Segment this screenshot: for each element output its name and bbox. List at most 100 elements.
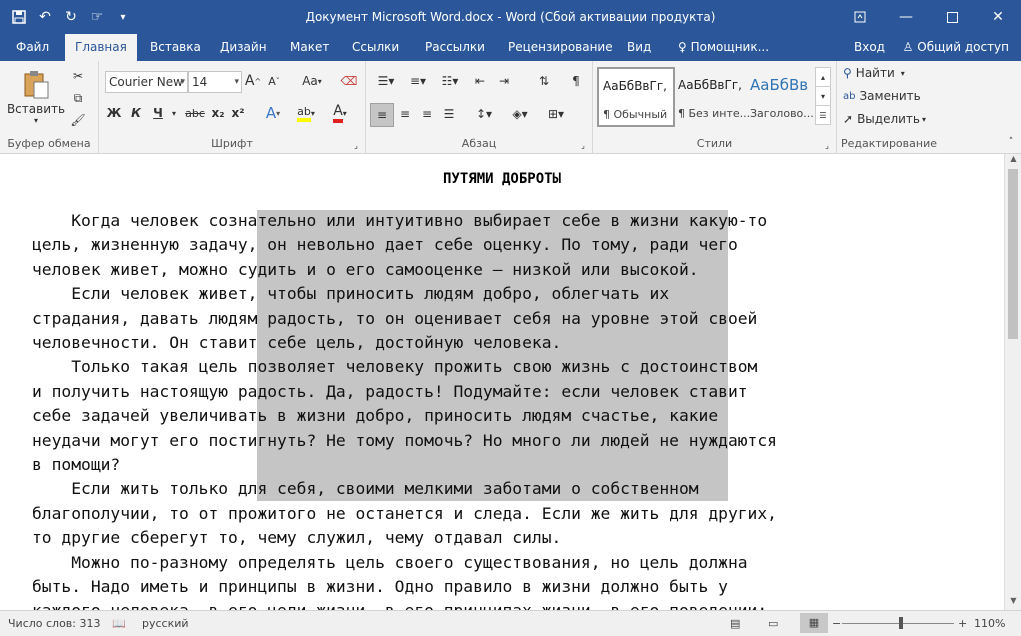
text-effects-button[interactable]: A ▾ [259, 103, 287, 123]
document-line[interactable]: и получить настоящую радость. Да, радост… [32, 382, 748, 401]
grow-font-button[interactable]: A ^ [244, 71, 262, 91]
chevron-down-icon[interactable]: ▾ [169, 103, 179, 123]
tab-layout[interactable]: Макет [280, 34, 339, 61]
document-line[interactable]: Если жить только для себя, своими мелким… [32, 479, 698, 498]
replace-button[interactable]: ab Заменить [843, 89, 921, 103]
collapse-ribbon-icon[interactable]: ˄ [1004, 135, 1018, 149]
word-count[interactable]: Число слов: 313 [8, 617, 101, 630]
style-normal[interactable]: АаБбВвГг, ¶ Обычный [597, 67, 675, 127]
align-right-icon[interactable]: ≡ [416, 103, 438, 125]
dialog-launcher-icon[interactable]: ⌟ [578, 140, 588, 150]
scroll-down-icon[interactable]: ▼ [1005, 596, 1021, 610]
tell-me-box[interactable]: ♀ Помощник... [668, 34, 779, 61]
document-canvas[interactable]: ПУТЯМИ ДОБРОТЫ Когда человек сознательно… [0, 154, 1004, 610]
numbering-icon[interactable]: ≡▾ [404, 71, 432, 91]
multilevel-list-icon[interactable]: ☷▾ [436, 71, 464, 91]
maximize-icon[interactable] [929, 0, 975, 34]
document-line[interactable]: Только такая цель позволяет человеку про… [32, 357, 757, 376]
shading-icon[interactable]: ◈▾ [506, 103, 534, 125]
find-button[interactable]: ⚲ Найти ▾ [843, 66, 905, 80]
share-button[interactable]: ♙ Общий доступ [903, 34, 1009, 61]
justify-icon[interactable]: ☰ [438, 103, 460, 125]
scrollbar-thumb[interactable] [1008, 169, 1018, 339]
sort-icon[interactable]: ⇅ [534, 71, 554, 91]
read-mode-icon[interactable]: ▤ [730, 617, 740, 630]
tab-home[interactable]: Главная [65, 34, 137, 61]
vertical-scrollbar[interactable]: ▲ ▼ [1004, 154, 1021, 610]
superscript-button[interactable]: x² [229, 103, 247, 123]
styles-scroll-down-icon[interactable]: ▾ [815, 86, 831, 106]
highlight-button[interactable]: ab ▾ [291, 103, 321, 123]
shrink-font-button[interactable]: Aˇ [265, 71, 283, 91]
bullets-icon[interactable]: ☰▾ [372, 71, 400, 91]
style-heading-1[interactable]: АаБбВв Заголово... [745, 67, 821, 125]
tab-insert[interactable]: Вставка [140, 34, 211, 61]
document-line[interactable]: благополучии, то от прожитого не останет… [32, 504, 777, 523]
dialog-launcher-icon[interactable]: ⌟ [351, 140, 361, 150]
document-line[interactable]: человечности. Он ставит себе цель, досто… [32, 333, 561, 352]
underline-button[interactable]: Ч [149, 103, 167, 123]
document-line[interactable]: Если человек живет, чтобы приносить людя… [32, 284, 669, 303]
sign-in-link[interactable]: Вход [844, 34, 895, 61]
italic-button[interactable]: К [127, 103, 145, 123]
scroll-up-icon[interactable]: ▲ [1005, 154, 1021, 168]
zoom-slider-thumb[interactable] [899, 617, 903, 629]
document-line[interactable]: быть. Надо иметь и принципы в жизни. Одн… [32, 577, 728, 596]
line-spacing-icon[interactable]: ↕▾ [470, 103, 498, 125]
tab-view[interactable]: Вид [617, 34, 661, 61]
language[interactable]: русский [142, 617, 189, 630]
styles-group: АаБбВвГг, ¶ Обычный АаБбВвГг, ¶ Без инте… [593, 61, 837, 153]
tab-references[interactable]: Ссылки [342, 34, 409, 61]
align-center-icon[interactable]: ≡ [394, 103, 416, 125]
tab-mailings[interactable]: Рассылки [415, 34, 495, 61]
clear-formatting-icon[interactable]: ⌫ [339, 71, 359, 91]
tab-review[interactable]: Рецензирование [498, 34, 623, 61]
document-line[interactable]: каждого человека, в его цели жизни, в ег… [32, 601, 767, 610]
document-line[interactable]: цель, жизненную задачу, он невольно дает… [32, 235, 738, 254]
zoom-in-icon[interactable]: + [958, 617, 967, 630]
style-no-spacing[interactable]: АаБбВвГг, ¶ Без инте... [673, 67, 750, 125]
chevron-down-icon: ▾ [234, 77, 239, 87]
cut-icon[interactable]: ✂ [68, 67, 88, 85]
tab-design[interactable]: Дизайн [210, 34, 277, 61]
web-layout-icon[interactable]: ▦ [800, 613, 828, 633]
tab-file[interactable]: Файл [6, 34, 59, 61]
document-line[interactable]: человек живет, можно судить и о его само… [32, 260, 699, 279]
font-color-button[interactable]: A ▾ [325, 103, 355, 123]
minimize-icon[interactable]: — [883, 0, 929, 34]
pilcrow-icon[interactable]: ¶ [566, 71, 586, 91]
proofing-icon[interactable]: 📖 [112, 617, 126, 630]
document-line[interactable]: Можно по-разному определять цель своего … [32, 553, 747, 572]
chevron-down-icon: ▾ [180, 77, 185, 87]
zoom-out-icon[interactable]: − [832, 617, 841, 630]
bold-button[interactable]: Ж [105, 103, 123, 123]
align-left-icon[interactable]: ≡ [370, 103, 394, 127]
strikethrough-button[interactable]: abc [183, 103, 207, 123]
borders-icon[interactable]: ⊞▾ [542, 103, 570, 125]
select-button[interactable]: ➚ Выделить ▾ [843, 112, 926, 126]
format-painter-icon[interactable]: 🖌 [68, 111, 88, 129]
document-line[interactable]: то другие сберегут то, чему служил, чему… [32, 528, 561, 547]
subscript-button[interactable]: x₂ [209, 103, 227, 123]
dialog-launcher-icon[interactable]: ⌟ [822, 140, 832, 150]
font-size-combo[interactable]: 14 ▾ [188, 71, 242, 93]
styles-more-icon[interactable]: ☰ [815, 105, 831, 125]
decrease-indent-icon[interactable]: ⇤ [470, 71, 490, 91]
document-line[interactable]: себе задачей увеличивать в жизни добро, … [32, 406, 718, 425]
document-line[interactable]: неудачи могут его постигнуть? Не тому по… [32, 431, 777, 450]
zoom-slider[interactable] [842, 623, 954, 624]
print-layout-icon[interactable]: ▭ [768, 617, 778, 630]
editing-group: ⚲ Найти ▾ ab Заменить ➚ Выделить ▾ Редак… [837, 61, 941, 153]
increase-indent-icon[interactable]: ⇥ [494, 71, 514, 91]
font-name-combo[interactable]: Courier New ▾ [105, 71, 188, 93]
document-line[interactable]: Когда человек сознательно или интуитивно… [32, 211, 767, 230]
change-case-button[interactable]: Aa ▾ [296, 71, 328, 91]
document-line[interactable]: страдания, давать людям радость, то он о… [32, 309, 757, 328]
ribbon-display-icon[interactable] [837, 0, 883, 34]
zoom-level[interactable]: 110% [974, 617, 1005, 630]
styles-scroll-up-icon[interactable]: ▴ [815, 67, 831, 87]
close-icon[interactable]: ✕ [975, 0, 1021, 34]
copy-icon[interactable]: ⧉ [68, 89, 88, 107]
paste-button[interactable]: Вставить ▾ [7, 65, 65, 129]
document-line[interactable]: в помощи? [32, 455, 120, 474]
